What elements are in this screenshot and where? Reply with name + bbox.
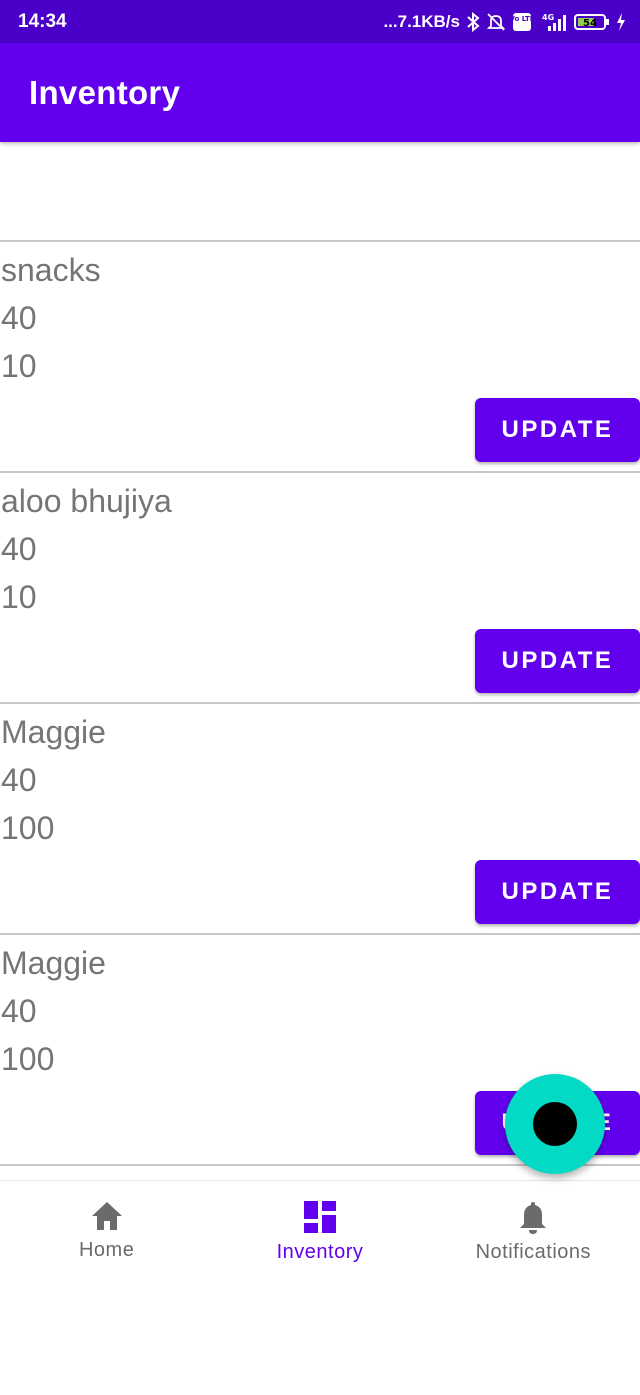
status-indicators: ...7.1KB/s Vo LTE 4G 54: [383, 11, 626, 32]
update-button[interactable]: UPDATE: [475, 860, 640, 924]
item-value-2: 100: [1, 1041, 55, 1077]
update-button[interactable]: UPDATE: [475, 398, 640, 462]
item-value-1: 40: [1, 762, 37, 798]
svg-text:54: 54: [583, 18, 597, 29]
status-bar: 14:34 ...7.1KB/s Vo LTE 4G 5: [0, 0, 640, 43]
nav-label-home: Home: [78, 1239, 135, 1261]
bottom-navigation: Home Inventory Notifications: [0, 1180, 640, 1281]
charging-icon: [616, 12, 626, 32]
inventory-card: aloo bhujiya 40 10 UPDATE: [0, 471, 640, 702]
item-value-2: 10: [1, 348, 37, 384]
item-value-2: 10: [1, 579, 37, 615]
volte-icon: Vo LTE: [512, 12, 532, 32]
item-name: aloo bhujiya: [1, 483, 172, 519]
add-item-fab[interactable]: [505, 1074, 605, 1174]
mute-bell-icon: [486, 12, 506, 32]
page-title: Inventory: [29, 73, 181, 111]
dashboard-icon: [302, 1199, 338, 1235]
item-name: Maggie: [1, 945, 106, 981]
bell-icon: [516, 1199, 550, 1235]
app-bar: Inventory: [0, 43, 640, 142]
inventory-card: snacks 40 10 UPDATE: [0, 240, 640, 471]
item-name: snacks: [1, 252, 101, 288]
nav-item-notifications[interactable]: Notifications: [427, 1181, 640, 1281]
nav-item-home[interactable]: Home: [0, 1181, 213, 1281]
item-name: Maggie: [1, 714, 106, 750]
network-speed: ...7.1KB/s: [383, 11, 460, 31]
svg-text:Vo LTE: Vo LTE: [512, 15, 532, 23]
item-value-1: 40: [1, 300, 37, 336]
home-icon: [89, 1199, 125, 1233]
signal-icon: 4G: [538, 12, 568, 32]
nav-label-notifications: Notifications: [475, 1241, 592, 1263]
nav-label-inventory: Inventory: [276, 1241, 364, 1263]
item-value-1: 40: [1, 993, 37, 1029]
update-button[interactable]: UPDATE: [475, 629, 640, 693]
item-value-1: 40: [1, 531, 37, 567]
status-time: 14:34: [18, 10, 67, 32]
fab-dot-icon: [533, 1102, 577, 1146]
svg-text:4G: 4G: [542, 13, 554, 22]
bluetooth-icon: [466, 11, 480, 32]
inventory-card: Maggie 40 100 UPDATE: [0, 702, 640, 933]
battery-icon: 54: [574, 12, 610, 32]
nav-item-inventory[interactable]: Inventory: [213, 1181, 426, 1281]
item-value-2: 100: [1, 810, 55, 846]
